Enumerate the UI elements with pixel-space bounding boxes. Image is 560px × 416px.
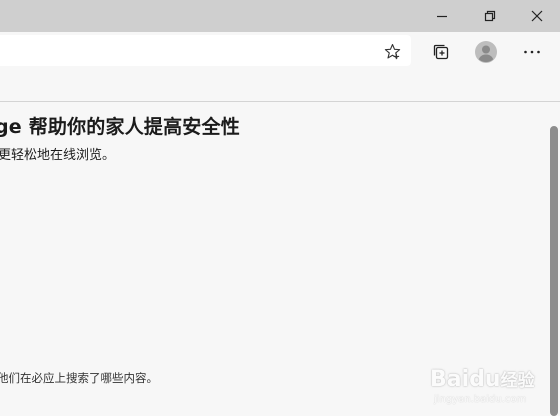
profile-button[interactable]: [472, 39, 500, 65]
minimize-icon: [437, 15, 447, 18]
watermark-logo: Baidu经验: [430, 367, 535, 392]
watermark-url: jingyan.baidu.com: [434, 394, 527, 405]
page-heading: ge 帮助你的家人提高安全性: [0, 116, 240, 138]
collections-button[interactable]: [427, 39, 455, 65]
browser-toolbar: [0, 32, 560, 71]
title-bar: [0, 0, 560, 32]
close-button[interactable]: [514, 0, 560, 32]
restore-icon: [484, 10, 496, 22]
address-bar[interactable]: [0, 35, 411, 66]
favorite-button[interactable]: [380, 40, 404, 62]
person-avatar-icon: [475, 41, 497, 63]
close-icon: [531, 10, 543, 22]
settings-more-button[interactable]: [518, 39, 546, 65]
more-horizontal-icon: [524, 50, 540, 54]
page-bottom-text: 他们在必应上搜索了哪些内容。: [0, 371, 158, 385]
page-subtext: 更轻松地在线浏览。: [0, 148, 116, 163]
collections-icon: [433, 44, 449, 60]
restore-button[interactable]: [467, 0, 513, 32]
star-outline-icon: [384, 43, 400, 59]
minimize-button[interactable]: [419, 0, 465, 32]
baidu-watermark: Baidu经验 jingyan.baidu.com: [430, 360, 560, 416]
